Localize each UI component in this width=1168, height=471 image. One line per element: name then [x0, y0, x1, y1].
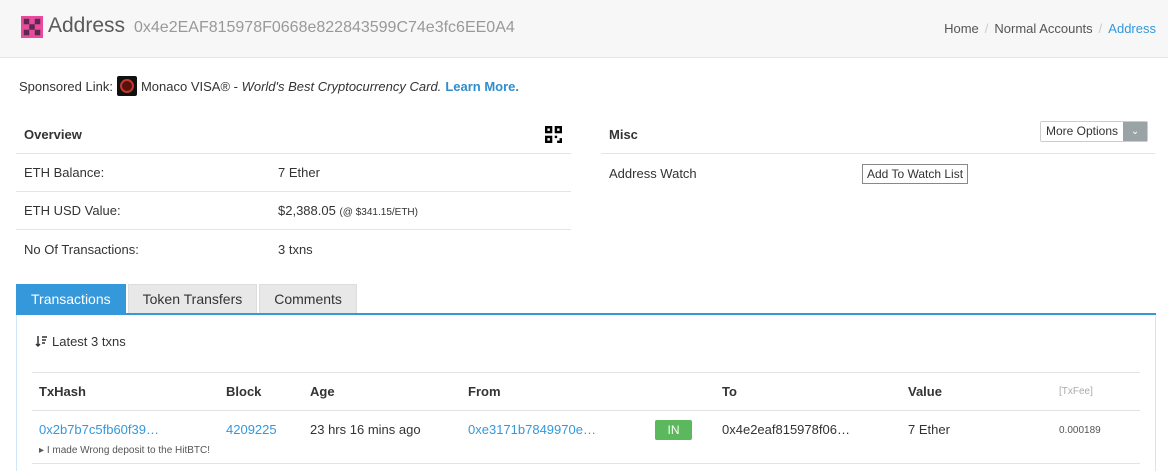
learn-more-link[interactable]: Learn More.: [445, 79, 519, 94]
tx-note-text: I made Wrong deposit to the HitBTC!: [46, 445, 211, 456]
header-divider: [32, 410, 1140, 411]
col-txfee[interactable]: [TxFee]: [1059, 386, 1093, 397]
breadcrumb-address: Address: [1108, 21, 1156, 36]
latest-txns-summary: Latest 3 txns: [35, 334, 126, 349]
add-to-watch-list-button[interactable]: Add To Watch List: [862, 164, 969, 184]
to-address: 0x4e2eaf815978f06…: [722, 422, 850, 437]
caret-right-icon: ▸: [39, 445, 45, 456]
tx-value: 7 Ether: [908, 422, 950, 437]
misc-heading: Misc: [609, 127, 638, 142]
eth-balance-label: ETH Balance:: [24, 165, 105, 180]
breadcrumb-normal-accounts[interactable]: Normal Accounts: [994, 21, 1092, 36]
tx-count-row: No Of Transactions: 3 txns: [16, 230, 571, 268]
row-divider: [32, 463, 1140, 464]
tx-note[interactable]: ▸ I made Wrong deposit to the HitBTC!: [39, 445, 210, 456]
col-block: Block: [226, 384, 262, 399]
sponsored-link: Sponsored Link: Monaco VISA® - World's B…: [19, 76, 519, 96]
tab-token-transfers[interactable]: Token Transfers: [127, 284, 258, 313]
table-top-divider: [32, 372, 1140, 373]
col-txhash: TxHash: [39, 384, 86, 399]
eth-balance-value: 7 Ether: [278, 165, 320, 180]
col-value: Value: [908, 384, 942, 399]
address-watch-label: Address Watch: [609, 165, 697, 181]
tab-bar: Transactions Token Transfers Comments: [16, 284, 359, 314]
overview-heading: Overview: [24, 127, 82, 142]
qr-code-icon[interactable]: [545, 126, 562, 143]
col-to: To: [722, 384, 737, 399]
tx-hash-link[interactable]: 0x2b7b7c5fb60f39…: [39, 422, 159, 437]
page-header: Address 0x4e2EAF815978F0668e822843599C74…: [0, 0, 1168, 58]
tx-age: 23 hrs 16 mins ago: [310, 422, 421, 437]
address-identicon-icon: [21, 16, 43, 38]
block-link[interactable]: 4209225: [226, 422, 277, 437]
more-options-button[interactable]: More Options ⌄: [1040, 121, 1149, 142]
sponsored-tagline: World's Best Cryptocurrency Card.: [241, 78, 442, 94]
monaco-logo-icon: [116, 76, 137, 96]
col-from: From: [468, 384, 501, 399]
breadcrumb: Home / Normal Accounts / Address: [944, 21, 1156, 36]
sponsored-prefix: Sponsored Link:: [19, 78, 113, 94]
latest-txns-text: Latest 3 txns: [52, 334, 126, 349]
tab-transactions[interactable]: Transactions: [16, 284, 126, 313]
tx-count-value: 3 txns: [278, 241, 313, 257]
eth-price-note: (@ $341.15/ETH): [339, 207, 418, 218]
eth-usd-row: ETH USD Value: $2,388.05 (@ $341.15/ETH): [16, 192, 571, 230]
eth-balance-row: ETH Balance: 7 Ether: [16, 154, 571, 192]
eth-usd-label: ETH USD Value:: [24, 203, 121, 218]
page-title: Address: [48, 14, 126, 37]
tx-count-label: No Of Transactions:: [24, 241, 139, 257]
sort-icon: [35, 336, 47, 348]
tab-comments[interactable]: Comments: [259, 284, 357, 313]
more-options-label: More Options: [1041, 122, 1124, 141]
sponsored-brand: Monaco VISA® -: [140, 78, 238, 94]
overview-header: Overview: [16, 116, 571, 154]
tx-fee: 0.000189: [1059, 425, 1101, 436]
breadcrumb-home[interactable]: Home: [944, 21, 979, 36]
direction-badge: IN: [655, 420, 692, 440]
col-age: Age: [310, 384, 335, 399]
page-address: 0x4e2EAF815978F0668e822843599C74e3fc6EE0…: [134, 19, 515, 36]
eth-usd-value: $2,388.05: [278, 203, 336, 218]
chevron-down-icon: ⌄: [1123, 122, 1148, 141]
from-address-link[interactable]: 0xe3171b7849970e…: [468, 422, 596, 437]
